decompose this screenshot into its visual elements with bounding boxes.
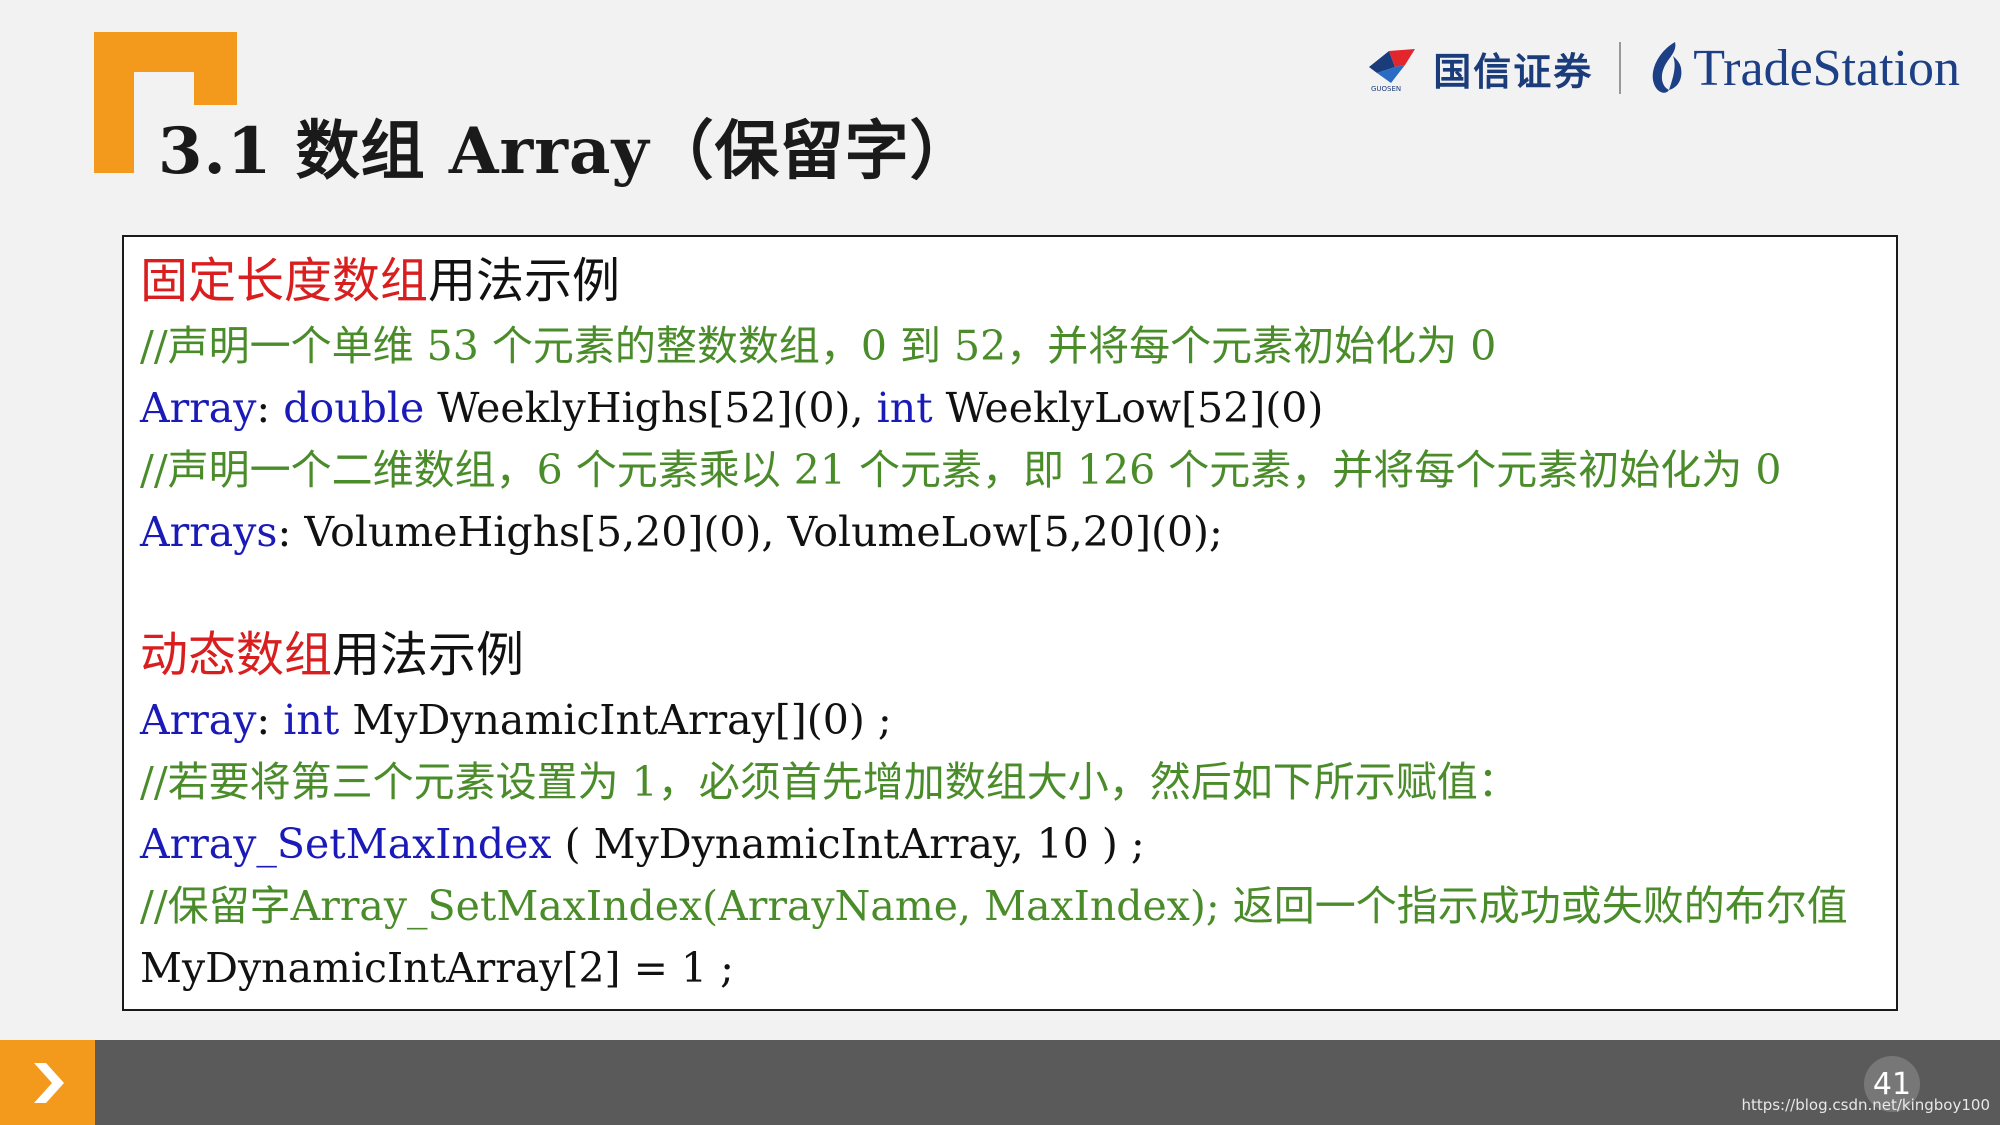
dynamic-comment-2: //保留字Array_SetMaxIndex(ArrayName, MaxInd… [140, 882, 1848, 930]
code-keyword: Array [140, 696, 257, 744]
slide: 3.1 数组 Array（保留字） GUOSEN 国信证券 TradeStati… [0, 0, 2000, 1125]
tradestation-logo: TradeStation [1647, 39, 1960, 98]
code-keyword: Arrays [140, 508, 278, 556]
code-text: : [256, 696, 284, 744]
code-text: : VolumeHighs[5,20](0), VolumeLow[5,20](… [277, 508, 1223, 556]
dynamic-heading-black: 用法示例 [332, 627, 525, 683]
header-logos: GUOSEN 国信证券 TradeStation [1365, 38, 1960, 98]
guosen-diamond-icon: GUOSEN [1365, 43, 1425, 93]
code-keyword: int [283, 696, 340, 744]
next-chevron-button[interactable] [0, 1040, 95, 1125]
code-keyword: double [283, 384, 425, 432]
guosen-logo-text: 国信证券 [1433, 49, 1594, 94]
fixed-comment-2: //声明一个二维数组，6 个元素乘以 21 个元素，即 126 个元素，并将每个… [140, 446, 1782, 494]
slide-title: 3.1 数组 Array（保留字） [158, 114, 975, 189]
logo-separator [1619, 42, 1622, 94]
dynamic-code-3: MyDynamicIntArray[2] = 1 ; [140, 944, 734, 992]
code-keyword: Array [140, 384, 257, 432]
code-text: MyDynamicIntArray[](0) ; [339, 696, 892, 744]
code-keyword: Array_SetMaxIndex [140, 820, 552, 868]
dynamic-comment-1: //若要将第三个元素设置为 1，必须首先增加数组大小，然后如下所示赋值： [140, 758, 1519, 806]
guosen-small-text: GUOSEN [1371, 85, 1401, 93]
fixed-code-2: Arrays: VolumeHighs[5,20](0), VolumeLow[… [140, 501, 1880, 563]
tradestation-logo-text: TradeStation [1693, 39, 1960, 97]
dynamic-array-heading: 动态数组用法示例 [140, 621, 1880, 689]
code-text: : [256, 384, 284, 432]
tradestation-flame-icon [1652, 42, 1682, 93]
watermark-url: https://blog.csdn.net/kingboy100 [1741, 1096, 1990, 1114]
fixed-comment-1: //声明一个单维 53 个元素的整数数组，0 到 52，并将每个元素初始化为 0 [140, 322, 1497, 370]
fixed-array-heading: 固定长度数组用法示例 [140, 247, 1880, 315]
dynamic-code-1: Array: int MyDynamicIntArray[](0) ; [140, 689, 1880, 751]
fixed-code-1: Array: double WeeklyHighs[52](0), int We… [140, 377, 1880, 439]
code-keyword: int [876, 384, 933, 432]
dynamic-heading-red: 动态数组 [140, 627, 333, 683]
bottom-bar [0, 1040, 2000, 1125]
fixed-heading-red: 固定长度数组 [140, 253, 429, 309]
code-example-box: 固定长度数组用法示例 //声明一个单维 53 个元素的整数数组，0 到 52，并… [122, 235, 1898, 1011]
fixed-heading-black: 用法示例 [428, 253, 621, 309]
code-text: ( MyDynamicIntArray, 10 ) ; [551, 820, 1145, 868]
chevron-right-icon [33, 1062, 64, 1103]
code-text: WeeklyHighs[52](0), [424, 384, 877, 432]
code-text: WeeklyLow[52](0) [932, 384, 1324, 432]
dynamic-code-2: Array_SetMaxIndex ( MyDynamicIntArray, 1… [140, 813, 1880, 875]
guosen-logo: GUOSEN 国信证券 [1365, 41, 1593, 96]
